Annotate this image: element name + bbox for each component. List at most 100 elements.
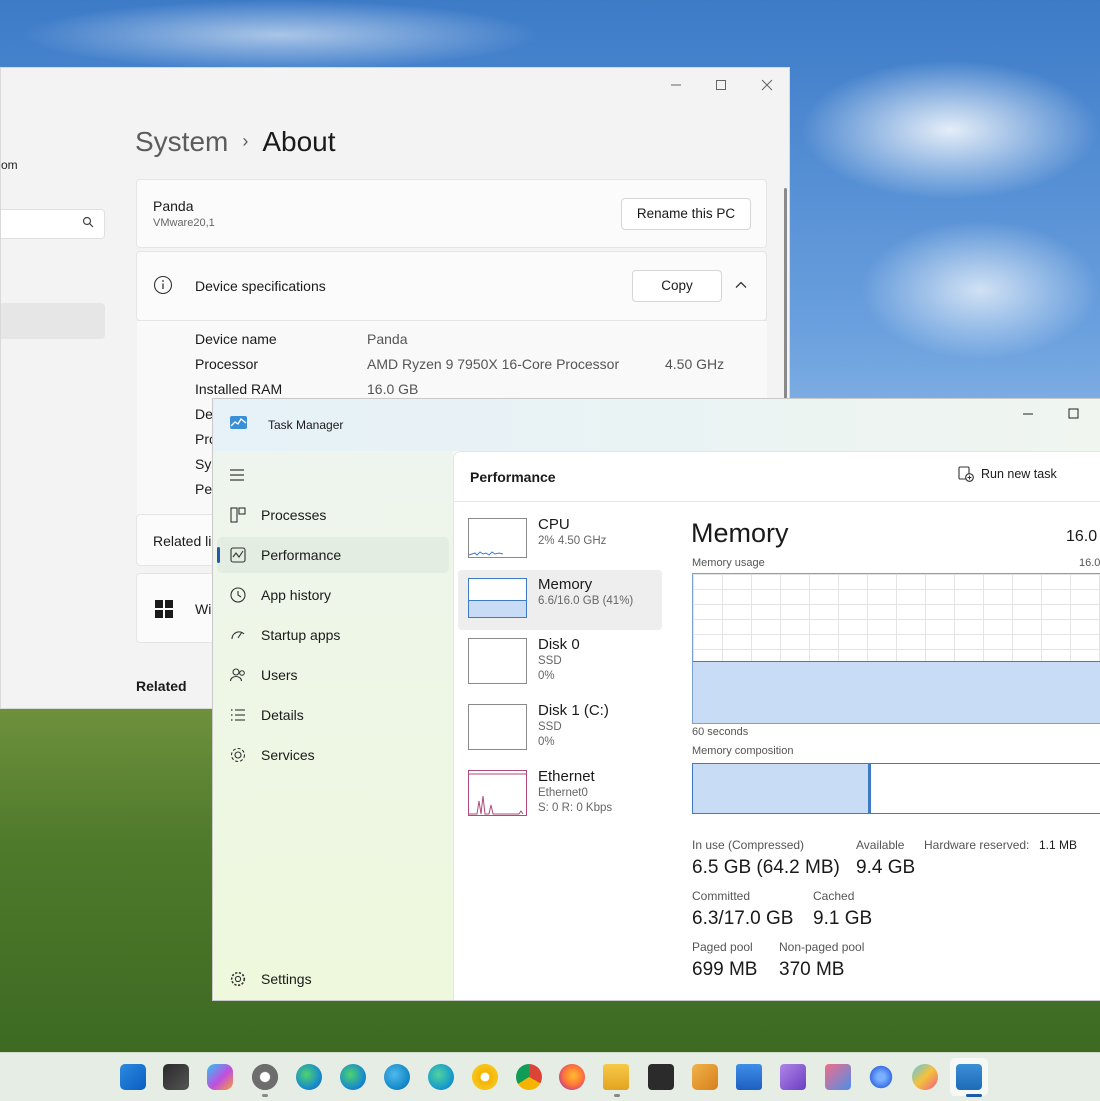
task-view-icon[interactable]	[163, 1064, 189, 1090]
run-new-task-button[interactable]: Run new task	[958, 466, 1057, 482]
device-specs-header[interactable]: Device specifications Copy	[136, 251, 767, 321]
windows-spec-label: Wi	[195, 601, 212, 617]
stat-label: Available	[856, 838, 905, 852]
sidebar-item-system[interactable]	[1, 303, 105, 339]
maximize-icon	[1068, 408, 1079, 419]
settings-search-input[interactable]	[1, 209, 105, 239]
settings-scrollbar[interactable]	[784, 188, 787, 418]
firefox-icon[interactable]	[559, 1064, 585, 1090]
memory-usage-max: 16.0 GB	[1079, 557, 1100, 569]
file-explorer-icon[interactable]	[603, 1064, 629, 1090]
nav-label: Details	[261, 707, 304, 723]
maximize-icon	[716, 80, 726, 90]
nav-item-details[interactable]: Details	[217, 697, 449, 733]
breadcrumb: System › About	[135, 126, 336, 158]
visual-studio-preview-icon[interactable]	[780, 1064, 806, 1090]
nav-item-services[interactable]: Services	[217, 737, 449, 773]
terminal-icon[interactable]	[648, 1064, 674, 1090]
word-doc-icon[interactable]	[736, 1064, 762, 1090]
info-icon	[153, 275, 173, 295]
nav-item-startup-apps[interactable]: Startup apps	[217, 617, 449, 653]
memory-total: 16.0 GB	[1066, 528, 1100, 545]
maximize-button[interactable]	[1058, 404, 1088, 424]
breadcrumb-system[interactable]: System	[135, 126, 228, 157]
resource-item-cpu[interactable]: CPU 2% 4.50 GHz	[458, 510, 662, 570]
minimize-button[interactable]	[661, 76, 691, 98]
memory-heading: Memory	[691, 518, 789, 548]
settings-icon[interactable]	[252, 1064, 278, 1090]
resource-item-disk1[interactable]: Disk 1 (C:) SSD 0%	[458, 696, 662, 756]
close-button[interactable]	[752, 76, 782, 98]
copy-button[interactable]: Copy	[632, 270, 722, 302]
stat-value: 9.4 GB	[856, 857, 916, 878]
edge-canary-icon[interactable]	[340, 1064, 366, 1090]
stat-value: 6.5 GB (64.2 MB)	[692, 857, 840, 878]
chrome-icon[interactable]	[516, 1064, 542, 1090]
maximize-button[interactable]	[706, 76, 736, 98]
gemini-icon[interactable]	[868, 1064, 894, 1090]
task-manager-window: Task Manager Processes Performance App h…	[212, 398, 1100, 1001]
resource-detail: S: 0 R: 0 Kbps	[538, 802, 613, 814]
resource-item-memory[interactable]: Memory 6.6/16.0 GB (41%)	[458, 570, 662, 630]
graph-time-label: 60 seconds	[692, 726, 749, 738]
edge-icon[interactable]	[296, 1064, 322, 1090]
resource-item-disk0[interactable]: Disk 0 SSD 0%	[458, 630, 662, 690]
memory-usage-fill	[693, 660, 1100, 723]
ethernet-thumbnail	[468, 770, 527, 816]
nav-item-performance[interactable]: Performance	[217, 537, 449, 573]
stat-label: Committed	[692, 889, 751, 903]
resource-item-ethernet[interactable]: Ethernet Ethernet0 S: 0 R: 0 Kbps	[458, 762, 662, 822]
stat-label: Paged pool	[692, 940, 753, 954]
resource-detail: 0%	[538, 670, 555, 682]
page-header: Performance Run new task	[454, 452, 1100, 502]
paint-icon[interactable]	[912, 1064, 938, 1090]
resource-detail: 2% 4.50 GHz	[538, 535, 607, 547]
page-title: About	[262, 126, 336, 157]
resource-name: Memory	[538, 576, 593, 593]
nav-item-settings[interactable]: Settings	[217, 961, 449, 997]
services-icon	[230, 747, 246, 763]
resource-detail: SSD	[538, 721, 562, 733]
nav-label: App history	[261, 587, 332, 603]
wallpaper-cloud	[860, 220, 1100, 360]
minimize-button[interactable]	[1013, 404, 1043, 424]
stat-value: 9.1 GB	[813, 908, 873, 929]
chrome-canary-icon[interactable]	[472, 1064, 498, 1090]
nav-item-app-history[interactable]: App history	[217, 577, 449, 613]
rename-pc-button[interactable]: Rename this PC	[621, 198, 751, 230]
edge-beta-icon[interactable]	[384, 1064, 410, 1090]
minimize-icon	[1023, 413, 1033, 415]
snipping-tool-icon[interactable]	[825, 1064, 851, 1090]
disk0-thumbnail	[468, 638, 527, 684]
stat-value: 1.1 MB	[1039, 838, 1078, 852]
hamburger-menu-icon[interactable]	[229, 468, 245, 482]
spec-value: 16.0 GB	[367, 381, 419, 397]
stat-label: Non-paged pool	[779, 940, 865, 954]
memory-composition-label: Memory composition	[692, 745, 794, 757]
copilot-icon[interactable]	[207, 1064, 233, 1090]
spec-label: Processor	[195, 356, 259, 372]
windows-start-icon[interactable]	[120, 1064, 146, 1090]
processes-icon	[230, 507, 246, 523]
chevron-up-icon[interactable]	[734, 278, 748, 292]
stat-label: Hardware reserved:	[924, 838, 1030, 852]
related-links-label: Related li	[153, 533, 212, 549]
memory-usage-graph	[692, 573, 1100, 724]
nav-label: Performance	[261, 547, 342, 563]
performance-icon	[230, 547, 246, 563]
spec-row: Device name Panda	[195, 331, 407, 347]
details-icon	[231, 709, 245, 721]
task-manager-main: Performance Run new task CPU 2% 4.50 GHz…	[453, 451, 1100, 1000]
nav-item-users[interactable]: Users	[217, 657, 449, 693]
resource-name: CPU	[538, 516, 570, 533]
task-manager-icon[interactable]	[956, 1064, 982, 1090]
users-icon	[229, 668, 245, 682]
notepad-icon[interactable]	[692, 1064, 718, 1090]
edge-dev-icon[interactable]	[428, 1064, 454, 1090]
close-icon	[761, 79, 773, 91]
resource-name: Disk 0	[538, 636, 580, 653]
nav-item-processes[interactable]: Processes	[217, 497, 449, 533]
related-heading: Related	[136, 678, 187, 694]
run-task-icon	[958, 466, 974, 482]
windows-logo-icon	[155, 600, 173, 618]
